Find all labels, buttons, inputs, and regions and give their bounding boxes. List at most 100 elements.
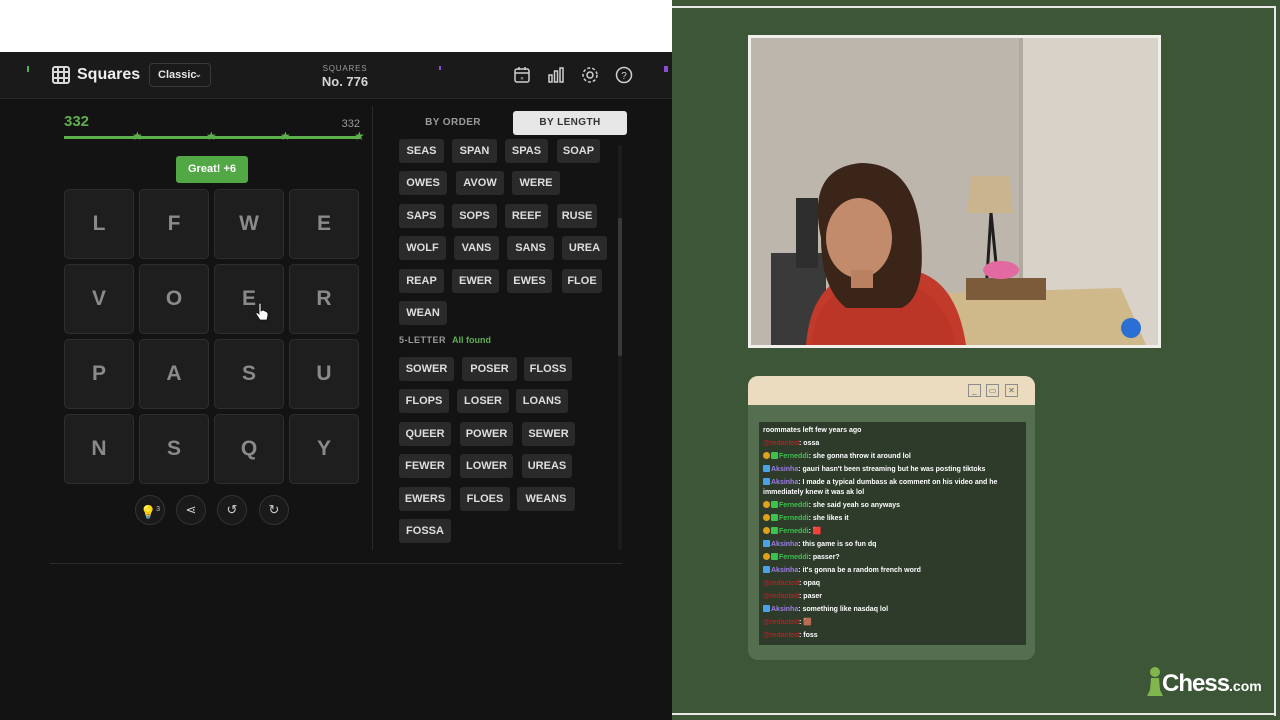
found-word-chip[interactable]: EWERS — [399, 487, 451, 511]
found-word-chip[interactable]: LOWER — [460, 454, 513, 478]
chat-username[interactable]: @redacted — [763, 580, 799, 587]
chat-text: she likes it — [812, 515, 849, 522]
found-word-chip[interactable]: SOAP — [557, 139, 600, 163]
chat-username[interactable]: Ferneddi — [779, 502, 809, 509]
decor-dot — [27, 66, 29, 72]
found-word-chip[interactable]: SAPS — [399, 204, 444, 228]
letter-tile[interactable]: R — [289, 264, 359, 334]
chat-username[interactable]: @redacted — [763, 632, 799, 639]
plus-badge-icon — [771, 514, 778, 521]
tab-by-length[interactable]: BY LENGTH — [513, 111, 627, 135]
hint-button[interactable]: 💡3 — [135, 495, 165, 525]
chat-username[interactable]: Aksinha — [771, 567, 798, 574]
found-word-chip[interactable]: POSER — [462, 357, 517, 381]
found-word-chip[interactable]: REEF — [505, 204, 548, 228]
rotate-left-icon: ↺ — [226, 502, 238, 517]
tab-by-order[interactable]: BY ORDER — [399, 111, 507, 135]
found-word-chip[interactable]: VANS — [454, 236, 499, 260]
chat-username[interactable]: Aksinha — [771, 466, 798, 473]
chat-message: Aksinha: this game is so fun dq — [763, 538, 1022, 551]
letter-tile[interactable]: E — [289, 189, 359, 259]
found-word-chip[interactable]: SEAS — [399, 139, 444, 163]
found-word-chip[interactable]: FOSSA — [399, 519, 451, 543]
share-button[interactable]: ⋖ — [176, 495, 206, 525]
chat-username[interactable]: Ferneddi — [779, 515, 809, 522]
found-word-chip[interactable]: SPAN — [452, 139, 497, 163]
rotate-left-button[interactable]: ↺ — [217, 495, 247, 525]
close-icon[interactable]: ✕ — [1005, 384, 1018, 397]
chat-username[interactable]: @redacted — [763, 593, 799, 600]
found-word-chip[interactable]: POWER — [460, 422, 513, 446]
letter-tile[interactable]: E — [214, 264, 284, 334]
chat-username[interactable]: Ferneddi — [779, 554, 809, 561]
found-word-chip[interactable]: RUSE — [557, 204, 597, 228]
found-word-chip[interactable]: UREA — [562, 236, 607, 260]
plus-badge-icon — [771, 527, 778, 534]
found-word-chip[interactable]: UREAS — [522, 454, 572, 478]
mode-dropdown[interactable]: Classic ⌄ — [149, 63, 211, 87]
found-word-chip[interactable]: FEWER — [399, 454, 451, 478]
found-word-chip[interactable]: FLOE — [562, 269, 602, 293]
gear-icon[interactable] — [581, 66, 599, 84]
letter-tile[interactable]: Y — [289, 414, 359, 484]
letter-tile[interactable]: O — [139, 264, 209, 334]
found-word-chip[interactable]: SEWER — [522, 422, 575, 446]
letter-tile[interactable]: U — [289, 339, 359, 409]
rotate-right-button[interactable]: ↻ — [259, 495, 289, 525]
letter-tile[interactable]: S — [139, 414, 209, 484]
letter-tile[interactable]: Q — [214, 414, 284, 484]
plus-badge-icon — [771, 452, 778, 459]
chat-username[interactable]: Aksinha — [771, 479, 798, 486]
letter-tile[interactable]: A — [139, 339, 209, 409]
found-word-chip[interactable]: LOANS — [516, 389, 568, 413]
chat-username[interactable]: Aksinha — [771, 606, 798, 613]
letter-tile[interactable]: S — [214, 339, 284, 409]
letter-tile[interactable]: P — [64, 339, 134, 409]
chat-text: roommates left few years ago — [763, 427, 862, 434]
found-word-chip[interactable]: FLOES — [460, 487, 510, 511]
found-word-chip[interactable]: SANS — [507, 236, 554, 260]
chat-text: foss — [803, 632, 818, 639]
found-word-chip[interactable]: WOLF — [399, 236, 446, 260]
found-word-chip[interactable]: EWER — [452, 269, 499, 293]
scrollbar-thumb[interactable] — [618, 218, 622, 356]
letter-tile[interactable]: F — [139, 189, 209, 259]
letter-tile[interactable]: N — [64, 414, 134, 484]
coin-badge-icon — [763, 452, 770, 459]
minimize-icon[interactable]: _ — [968, 384, 981, 397]
found-word-chip[interactable]: FLOPS — [399, 389, 449, 413]
found-word-chip[interactable]: LOSER — [457, 389, 509, 413]
chat-username[interactable]: @redacted — [763, 619, 799, 626]
letter-tile[interactable]: L — [64, 189, 134, 259]
chat-username[interactable]: Aksinha — [771, 541, 798, 548]
score-toast: Great! +6 — [176, 156, 248, 183]
found-word-chip[interactable]: AVOW — [456, 171, 504, 195]
found-word-chip[interactable]: EWES — [507, 269, 552, 293]
current-score: 332 — [64, 113, 90, 130]
chat-username[interactable]: Ferneddi — [779, 453, 809, 460]
panel-divider — [372, 106, 373, 550]
letter-tile[interactable]: W — [214, 189, 284, 259]
chat-username[interactable]: Ferneddi — [779, 528, 809, 535]
found-word-chip[interactable]: OWES — [399, 171, 447, 195]
decor-dot — [664, 66, 668, 72]
calendar-icon[interactable]: « — [513, 66, 531, 84]
found-word-chip[interactable]: WEANS — [517, 487, 575, 511]
chat-text: this game is so fun dq — [802, 541, 877, 548]
letter-tile[interactable]: V — [64, 264, 134, 334]
found-word-chip[interactable]: SPAS — [505, 139, 548, 163]
maximize-icon[interactable]: ▭ — [986, 384, 999, 397]
found-word-chip[interactable]: SOPS — [452, 204, 497, 228]
stats-icon[interactable] — [547, 66, 565, 84]
help-icon[interactable]: ? — [615, 66, 633, 84]
sword-badge-icon — [763, 540, 770, 547]
chat-username[interactable]: @redacted — [763, 440, 799, 447]
found-word-chip[interactable]: QUEER — [399, 422, 451, 446]
found-word-chip[interactable]: REAP — [399, 269, 444, 293]
found-word-chip[interactable]: WEAN — [399, 301, 447, 325]
chat-messages[interactable]: roommates left few years ago @redacted: o… — [759, 422, 1026, 645]
found-word-chip[interactable]: SOWER — [399, 357, 454, 381]
chat-text: 🟥 — [812, 528, 822, 535]
found-word-chip[interactable]: FLOSS — [524, 357, 572, 381]
found-word-chip[interactable]: WERE — [512, 171, 560, 195]
